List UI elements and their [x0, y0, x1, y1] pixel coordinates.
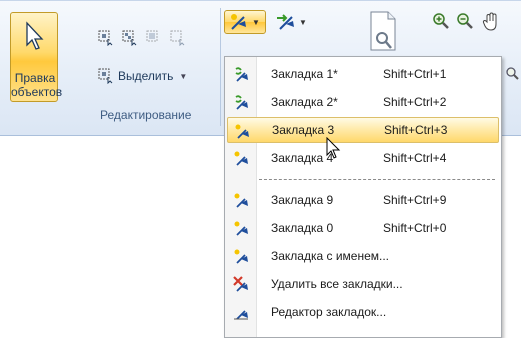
- bookmark-icon: [234, 151, 248, 166]
- menu-item-bookmark-1[interactable]: Закладка 1* Shift+Ctrl+1: [227, 61, 499, 87]
- menu-item-shortcut: Shift+Ctrl+3: [384, 123, 448, 137]
- menu-item-label: Удалить все закладки...: [271, 277, 403, 291]
- bookmark-icon: [234, 193, 248, 208]
- menu-item-delete-all-bookmarks[interactable]: Удалить все закладки...: [227, 271, 499, 297]
- bookmark-icon: [231, 14, 246, 30]
- delete-bookmarks-icon: [233, 276, 248, 292]
- select-deselect-icon[interactable]: [170, 30, 186, 46]
- document-preview-icon[interactable]: [368, 10, 398, 54]
- pan-hand-icon[interactable]: [482, 12, 500, 32]
- group-separator: [220, 8, 221, 126]
- group-label-editing: Редактирование: [100, 108, 192, 122]
- pointer-arrow-icon: [26, 21, 44, 50]
- menu-item-shortcut: Shift+Ctrl+2: [383, 95, 447, 109]
- menu-item-shortcut: Shift+Ctrl+1: [383, 67, 447, 81]
- select-icon: [98, 68, 113, 84]
- menu-item-shortcut: Shift+Ctrl+0: [383, 221, 447, 235]
- zoom-in-icon[interactable]: [432, 12, 450, 30]
- menu-item-label: Закладка 3: [272, 123, 335, 137]
- menu-item-bookmark-4[interactable]: Закладка 4 Shift+Ctrl+4: [227, 145, 499, 171]
- select-all-icon[interactable]: [98, 30, 114, 46]
- chevron-down-icon: ▼: [179, 71, 188, 81]
- goto-bookmark-split-button[interactable]: ▼: [272, 10, 312, 34]
- edit-objects-label: Правка объектов: [11, 71, 63, 99]
- menu-item-bookmark-editor[interactable]: Редактор закладок...: [227, 299, 499, 325]
- menu-item-bookmark-2[interactable]: Закладка 2* Shift+Ctrl+2: [227, 89, 499, 115]
- menu-item-shortcut: Shift+Ctrl+4: [383, 151, 447, 165]
- menu-item-bookmark-0[interactable]: Закладка 0 Shift+Ctrl+0: [227, 215, 499, 241]
- bookmark-set-icon: [235, 67, 248, 82]
- bookmark-icon: [235, 124, 249, 139]
- bookmark-editor-icon: [234, 310, 248, 320]
- chevron-down-icon: ▼: [299, 17, 307, 27]
- menu-item-label: Закладка 1*: [271, 67, 338, 81]
- chevron-down-icon: ▼: [252, 17, 260, 27]
- menu-item-label: Закладка с именем...: [271, 249, 390, 263]
- menu-item-label: Закладка 2*: [271, 95, 338, 109]
- select-dropdown-button[interactable]: Выделить ▼: [98, 66, 187, 86]
- zoom-partial-icon[interactable]: [506, 66, 520, 82]
- menu-item-shortcut: Shift+Ctrl+9: [383, 193, 447, 207]
- menu-item-label: Закладка 0: [271, 221, 334, 235]
- ribbon-top-border: [0, 0, 521, 1]
- menu-separator: [259, 179, 495, 180]
- bookmark-named-icon: [234, 249, 248, 264]
- menu-item-label: Редактор закладок...: [271, 305, 387, 319]
- zoom-out-icon[interactable]: [456, 12, 474, 30]
- bookmarks-dropdown-menu: Закладка 1* Shift+Ctrl+1 Закладка 2* Shi…: [224, 56, 502, 338]
- goto-bookmark-icon: [277, 14, 294, 30]
- select-label: Выделить: [118, 69, 174, 83]
- mouse-cursor-icon: [326, 137, 341, 159]
- menu-item-bookmark-3[interactable]: Закладка 3 Shift+Ctrl+3: [227, 117, 499, 143]
- menu-item-bookmark-9[interactable]: Закладка 9 Shift+Ctrl+9: [227, 187, 499, 213]
- select-frame-icon[interactable]: [146, 30, 162, 46]
- bookmarks-split-button[interactable]: ▼: [224, 10, 266, 34]
- edit-objects-button[interactable]: Правка объектов: [10, 12, 63, 102]
- menu-item-label: Закладка 4: [271, 151, 334, 165]
- menu-item-label: Закладка 9: [271, 193, 334, 207]
- bookmark-set-icon: [235, 95, 248, 110]
- menu-item-named-bookmark[interactable]: Закладка с именем...: [227, 243, 499, 269]
- select-group-icon[interactable]: [122, 30, 138, 46]
- bookmark-icon: [234, 221, 248, 236]
